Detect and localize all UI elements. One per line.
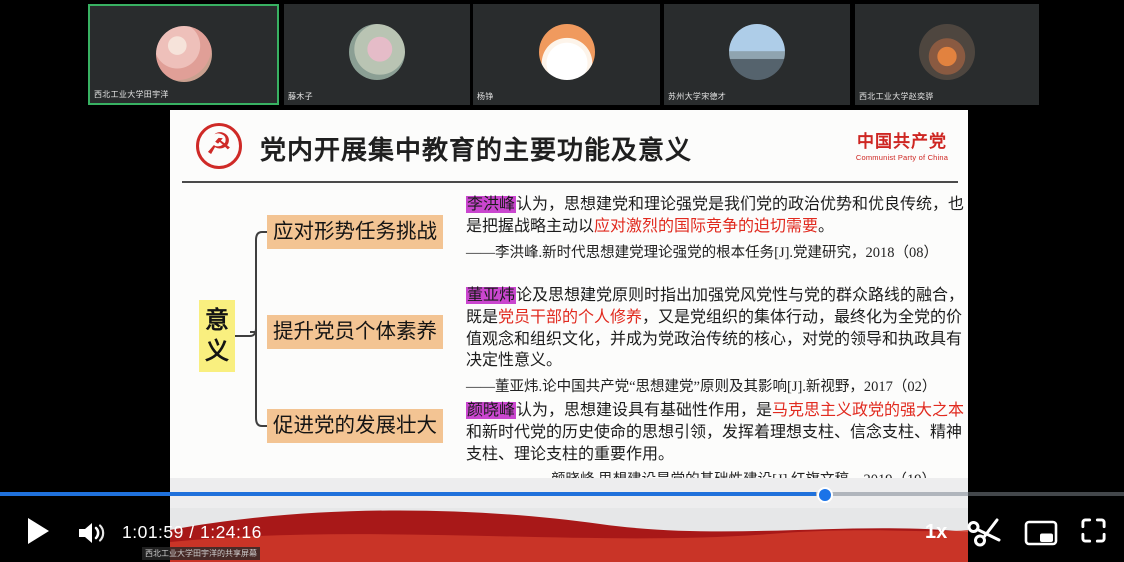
root-char: 义 (205, 336, 229, 367)
quote-block: 董亚炜论及思想建党原则时指出加强党风党性与党的群众路线的融合，既是党员干部的个人… (466, 285, 968, 396)
root-char: 意 (205, 305, 229, 336)
slide-org-block: 中国共产党 Communist Party of China (842, 127, 962, 162)
participant-name: 杨铮 (477, 91, 494, 102)
quote-emphasis: 应对激烈的国际竞争的迫切需要 (594, 218, 818, 235)
play-icon[interactable] (28, 518, 49, 544)
header-divider (182, 181, 958, 183)
participant-name: 苏州大学宋德才 (668, 91, 726, 102)
participant-name: 西北工业大学赵奕骅 (859, 91, 934, 102)
participant-tile[interactable]: 西北工业大学田宇洋 (88, 4, 279, 105)
progress-handle[interactable] (817, 487, 833, 503)
quote-author: 李洪峰 (466, 196, 516, 213)
volume-icon[interactable] (76, 520, 108, 546)
quote-text: 认为，思想建设具有基础性作用，是 (516, 402, 772, 419)
quote-emphasis: 党员干部的个人修养 (498, 309, 642, 326)
party-emblem-icon: ☭ (196, 123, 242, 169)
progress-bar-track-end[interactable] (968, 492, 1124, 496)
avatar (729, 24, 785, 80)
quote-text: 。 (818, 218, 834, 235)
quote-author: 颜晓峰 (466, 402, 516, 419)
quote-citation: ——李洪峰.新时代思想建党理论强党的根本任务[J].党建研究，2018（08） (466, 241, 968, 262)
diagram-branch: 应对形势任务挑战 (267, 215, 443, 249)
participant-name: 藤木子 (288, 91, 313, 102)
participant-tile[interactable]: 苏州大学宋德才 (664, 4, 850, 105)
quote-citation: ——董亚炜.论中国共产党“思想建党”原则及其影响[J].新视野，2017（02） (466, 375, 968, 396)
participant-tile[interactable]: 藤木子 (284, 4, 470, 105)
quote-text: 和新时代党的历史使命的思想引领，发挥着理想支柱、信念支柱、精神支柱、理论支柱的重… (466, 424, 962, 463)
time-display: 1:01:59 / 1:24:16 (122, 522, 262, 543)
progress-bar-filled[interactable] (0, 492, 816, 496)
fullscreen-icon[interactable] (1080, 517, 1107, 544)
picture-in-picture-icon[interactable] (1024, 519, 1058, 547)
avatar (919, 24, 975, 80)
avatar (349, 24, 405, 80)
participant-tile[interactable]: 杨铮 (473, 4, 660, 105)
slide-title: 党内开展集中教育的主要功能及意义 (260, 130, 692, 167)
quote-block: 李洪峰认为，思想建党和理论强党是我们党的政治优势和优良传统，也是把握战略主动以应… (466, 194, 968, 262)
org-name-en: Communist Party of China (842, 153, 962, 162)
diagram-branch: 提升党员个体素养 (267, 315, 443, 349)
avatar (539, 24, 595, 80)
quote-block: 颜晓峰认为，思想建设具有基础性作用，是马克思主义政党的强大之本和新时代党的历史使… (466, 400, 968, 489)
org-name-cn: 中国共产党 (842, 127, 962, 152)
clip-scissors-icon[interactable] (966, 514, 1004, 548)
avatar (156, 26, 212, 82)
quote-author: 董亚炜 (466, 287, 516, 304)
diagram-branch: 促进党的发展壮大 (267, 409, 443, 443)
shared-screen-banner: 西北工业大学田宇洋的共享屏幕 (142, 547, 260, 560)
progress-bar-track[interactable] (816, 492, 968, 496)
diagram-root-label: 意 义 (199, 300, 235, 372)
quote-emphasis: 马克思主义政党的强大之本 (772, 402, 964, 419)
participant-tile[interactable]: 西北工业大学赵奕骅 (855, 4, 1039, 105)
playback-speed-button[interactable]: 1x (925, 521, 947, 544)
slide-footer-wave (170, 478, 968, 562)
participant-name: 西北工业大学田宇洋 (94, 89, 169, 100)
